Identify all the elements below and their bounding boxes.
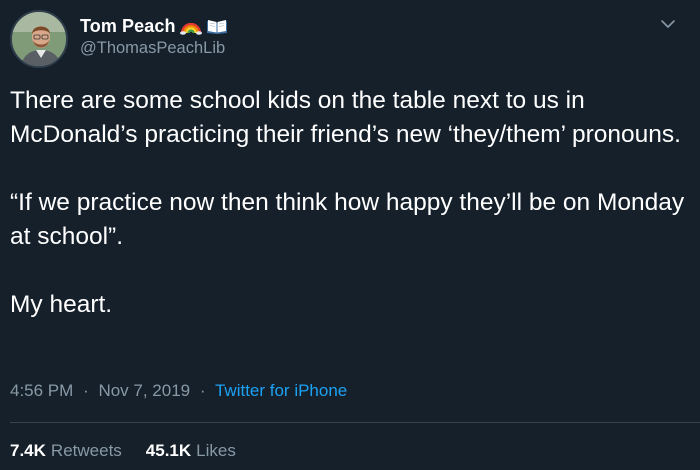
author-handle[interactable]: @ThomasPeachLib	[80, 39, 225, 58]
tweet-date[interactable]: Nov 7, 2019	[98, 381, 190, 400]
tweet-source-link[interactable]: Twitter for iPhone	[215, 381, 347, 400]
tweet-paragraph: My heart.	[10, 291, 113, 318]
tweet-stats: 7.4K Retweets 45.1K Likes	[10, 441, 260, 461]
tweet-time[interactable]: 4:56 PM	[10, 381, 73, 400]
retweets-stat[interactable]: 7.4K Retweets	[10, 441, 122, 461]
avatar-image	[12, 12, 66, 66]
likes-count: 45.1K	[145, 441, 192, 460]
rainbow-icon	[179, 17, 202, 35]
tweet-meta: 4:56 PM · Nov 7, 2019 · Twitter for iPho…	[10, 381, 347, 401]
tweet-paragraph: There are some school kids on the table …	[10, 87, 681, 148]
author-display-name[interactable]: Tom Peach	[80, 16, 176, 37]
open-book-icon	[206, 17, 228, 35]
likes-stat[interactable]: 45.1K Likes	[146, 441, 236, 461]
tweet-paragraph: “If we practice now then think how happy…	[10, 189, 685, 250]
meta-separator: ·	[83, 381, 89, 400]
retweets-label: Retweets	[50, 441, 122, 460]
author-name-row: Tom Peach	[80, 14, 228, 38]
divider	[10, 422, 700, 423]
chevron-down-icon[interactable]	[660, 16, 676, 32]
meta-separator: ·	[199, 381, 206, 400]
tweet-text: There are some school kids on the table …	[10, 84, 690, 322]
avatar[interactable]	[10, 10, 68, 68]
retweets-count: 7.4K	[10, 441, 46, 460]
tweet-card: Tom Peach @ThomasPeachLib There are some…	[0, 0, 700, 470]
likes-label: Likes	[196, 441, 236, 460]
